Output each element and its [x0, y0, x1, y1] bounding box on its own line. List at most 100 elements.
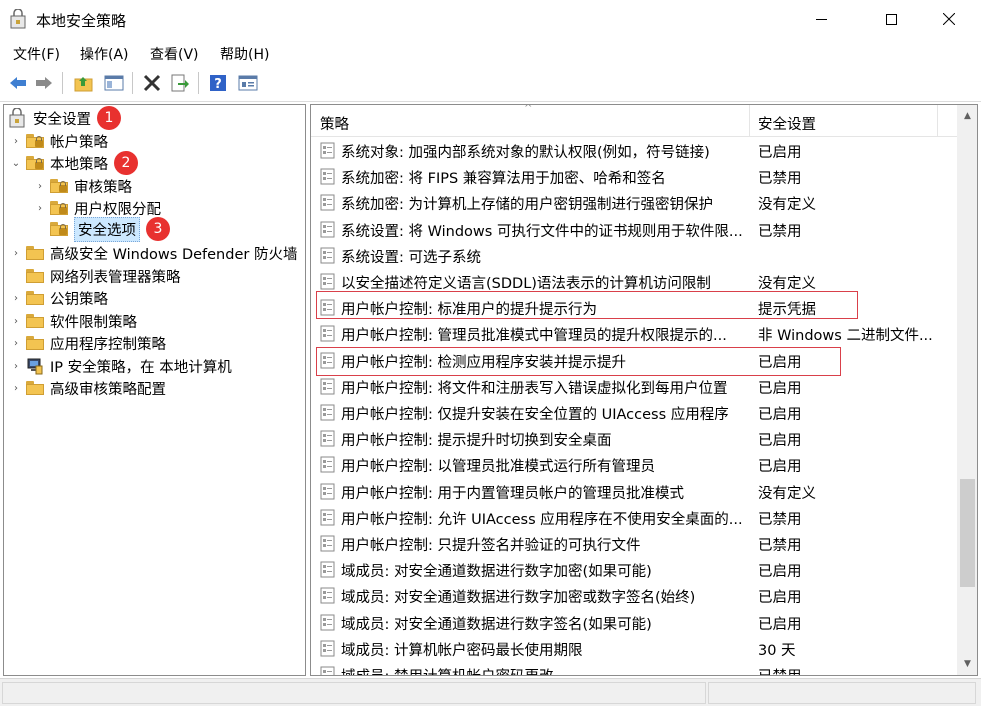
scroll-up-icon[interactable]: ▲ — [957, 107, 977, 125]
tree-item-label: 应用程序控制策略 — [50, 336, 166, 353]
folder-lock-icon — [50, 179, 68, 193]
tree-item-software-restriction[interactable]: › 软件限制策略 — [10, 310, 137, 332]
folder-icon — [26, 336, 44, 350]
tree-item-audit-policy[interactable]: › 审核策略 — [34, 175, 132, 197]
help-button[interactable]: ? — [206, 71, 230, 95]
folder-lock-icon — [26, 134, 44, 148]
chevron-right-icon[interactable]: › — [10, 383, 22, 394]
table-row[interactable]: 用户帐户控制: 管理员批准模式中管理员的提升权限提示的... 非 Windows … — [311, 320, 957, 346]
chevron-right-icon[interactable]: › — [10, 248, 22, 259]
policy-setting-icon — [320, 614, 335, 631]
status-cell — [708, 682, 976, 704]
policy-setting-icon — [320, 247, 335, 264]
chevron-right-icon[interactable]: › — [10, 361, 22, 372]
delete-button[interactable] — [140, 71, 164, 95]
policy-name: 以安全描述符定义语言(SDDL)语法表示的计算机访问限制 — [341, 276, 711, 292]
ip-security-icon — [27, 358, 43, 375]
tree-item-firewall[interactable]: › 高级安全 Windows Defender 防火墙 — [10, 242, 297, 264]
policy-setting-value: 非 Windows 二进制文件... — [758, 328, 933, 345]
step-badge: 2 — [114, 151, 138, 175]
svg-text:?: ? — [214, 77, 222, 92]
table-row[interactable]: 系统对象: 加强内部系统对象的默认权限(例如，符号链接) 已启用 — [311, 137, 957, 163]
table-row[interactable]: 域成员: 对安全通道数据进行数字加密(如果可能) 已启用 — [311, 556, 957, 582]
policy-setting-value: 没有定义 — [758, 485, 816, 502]
back-button[interactable] — [6, 71, 30, 95]
toolbar: ? — [0, 66, 981, 102]
column-divider[interactable] — [937, 105, 938, 137]
table-row[interactable]: 用户帐户控制: 以管理员批准模式运行所有管理员 已启用 — [311, 451, 957, 477]
policy-setting-icon — [320, 587, 335, 604]
tree-item-public-key[interactable]: › 公钥策略 — [10, 287, 108, 309]
column-header-policy[interactable]: 策略 — [320, 113, 349, 134]
table-row[interactable]: 用户帐户控制: 只提升签名并验证的可执行文件 已禁用 — [311, 530, 957, 556]
forward-button[interactable] — [32, 71, 56, 95]
scroll-down-icon[interactable]: ▼ — [957, 655, 977, 673]
policy-setting-value: 已启用 — [758, 564, 802, 581]
policy-setting-value: 已禁用 — [758, 665, 954, 675]
folder-icon — [26, 314, 44, 328]
table-row[interactable]: 域成员: 计算机帐户密码最长使用期限 30 天 — [311, 635, 957, 661]
chevron-right-icon[interactable]: › — [10, 293, 22, 304]
chevron-down-icon[interactable]: ⌄ — [10, 158, 22, 169]
tree-item-label: 软件限制策略 — [50, 314, 137, 331]
tree-item-app-control[interactable]: › 应用程序控制策略 — [10, 332, 166, 354]
chevron-right-icon[interactable]: › — [10, 136, 22, 147]
toolbar-separator — [198, 72, 199, 94]
tree-item-ip-security[interactable]: › IP 安全策略，在 本地计算机 — [10, 355, 232, 377]
menu-view[interactable]: 查看(V) — [150, 44, 199, 64]
toolbar-separator — [132, 72, 133, 94]
table-row[interactable]: 用户帐户控制: 提示提升时切换到安全桌面 已启用 — [311, 425, 957, 451]
export-list-button[interactable] — [168, 71, 192, 95]
chevron-right-icon[interactable]: › — [10, 316, 22, 327]
policy-setting-value: 已禁用 — [758, 538, 802, 554]
up-level-button[interactable] — [72, 71, 96, 95]
tree-item-network-list[interactable]: 网络列表管理器策略 — [10, 265, 181, 287]
step-badge: 3 — [146, 217, 170, 241]
chevron-right-icon[interactable]: › — [34, 203, 46, 214]
table-row[interactable]: 用户帐户控制: 将文件和注册表写入错误虚拟化到每用户位置 已启用 — [311, 373, 957, 399]
chevron-right-icon[interactable]: › — [10, 338, 22, 349]
properties-button[interactable] — [236, 71, 260, 95]
menu-action[interactable]: 操作(A) — [80, 44, 129, 64]
minimize-button[interactable] — [798, 0, 844, 38]
menu-file[interactable]: 文件(F) — [13, 44, 60, 64]
policy-setting-value: 已启用 — [758, 380, 802, 397]
table-row[interactable]: 系统设置: 将 Windows 可执行文件中的证书规则用于软件限... 已禁用 — [311, 216, 957, 242]
vertical-scrollbar[interactable]: ▲ ▼ — [957, 105, 977, 675]
show-hide-tree-button[interactable] — [102, 71, 126, 95]
tree-item-local-policies[interactable]: ⌄ 本地策略 2 — [10, 151, 138, 175]
close-button[interactable] — [926, 0, 972, 38]
table-row[interactable]: 域成员: 对安全通道数据进行数字加密或数字签名(始终) 已启用 — [311, 582, 957, 608]
security-policy-icon — [10, 9, 26, 29]
table-row[interactable]: 用户帐户控制: 允许 UIAccess 应用程序在不使用安全桌面的... 已禁用 — [311, 504, 957, 530]
policy-setting-icon — [320, 483, 335, 500]
table-row[interactable]: 系统加密: 为计算机上存储的用户密钥强制进行强密钥保护 没有定义 — [311, 189, 957, 215]
policy-name: 域成员: 禁用计算机帐户密码更改 — [341, 665, 749, 675]
tree-item-security-options[interactable]: 安全选项 3 — [34, 216, 170, 242]
forward-arrow-icon — [36, 77, 52, 89]
highlight-box — [316, 291, 858, 319]
column-header-setting[interactable]: 安全设置 — [758, 113, 816, 134]
folder-icon — [26, 381, 44, 395]
menu-help[interactable]: 帮助(H) — [220, 44, 269, 64]
tree-item-label: IP 安全策略，在 本地计算机 — [50, 359, 232, 376]
table-row[interactable]: 域成员: 禁用计算机帐户密码更改已禁用 — [311, 661, 957, 675]
tree-item-advanced-audit[interactable]: › 高级审核策略配置 — [10, 377, 166, 399]
policy-setting-value: 已启用 — [758, 616, 802, 633]
maximize-button[interactable] — [868, 0, 914, 38]
tree-item-label: 安全设置 — [33, 111, 91, 128]
policy-name: 域成员: 对安全通道数据进行数字加密或数字签名(始终) — [341, 590, 696, 607]
tree-item-account-policies[interactable]: › 帐户策略 — [10, 130, 108, 152]
policy-setting-icon — [320, 325, 335, 342]
column-divider[interactable] — [749, 105, 750, 137]
scrollbar-thumb[interactable] — [960, 479, 975, 587]
tree-item-security-settings[interactable]: 安全设置 1 — [9, 106, 121, 130]
policy-setting-icon — [320, 430, 335, 447]
table-row[interactable]: 系统设置: 可选子系统 — [311, 242, 957, 268]
chevron-right-icon[interactable]: › — [34, 181, 46, 192]
table-row[interactable]: 系统加密: 将 FIPS 兼容算法用于加密、哈希和签名 已禁用 — [311, 163, 957, 189]
table-row[interactable]: 用户帐户控制: 仅提升安装在安全位置的 UIAccess 应用程序 已启用 — [311, 399, 957, 425]
policy-name: 系统加密: 将 FIPS 兼容算法用于加密、哈希和签名 — [341, 171, 666, 188]
table-row[interactable]: 用户帐户控制: 用于内置管理员帐户的管理员批准模式 没有定义 — [311, 478, 957, 504]
table-row[interactable]: 域成员: 对安全通道数据进行数字签名(如果可能) 已启用 — [311, 609, 957, 635]
